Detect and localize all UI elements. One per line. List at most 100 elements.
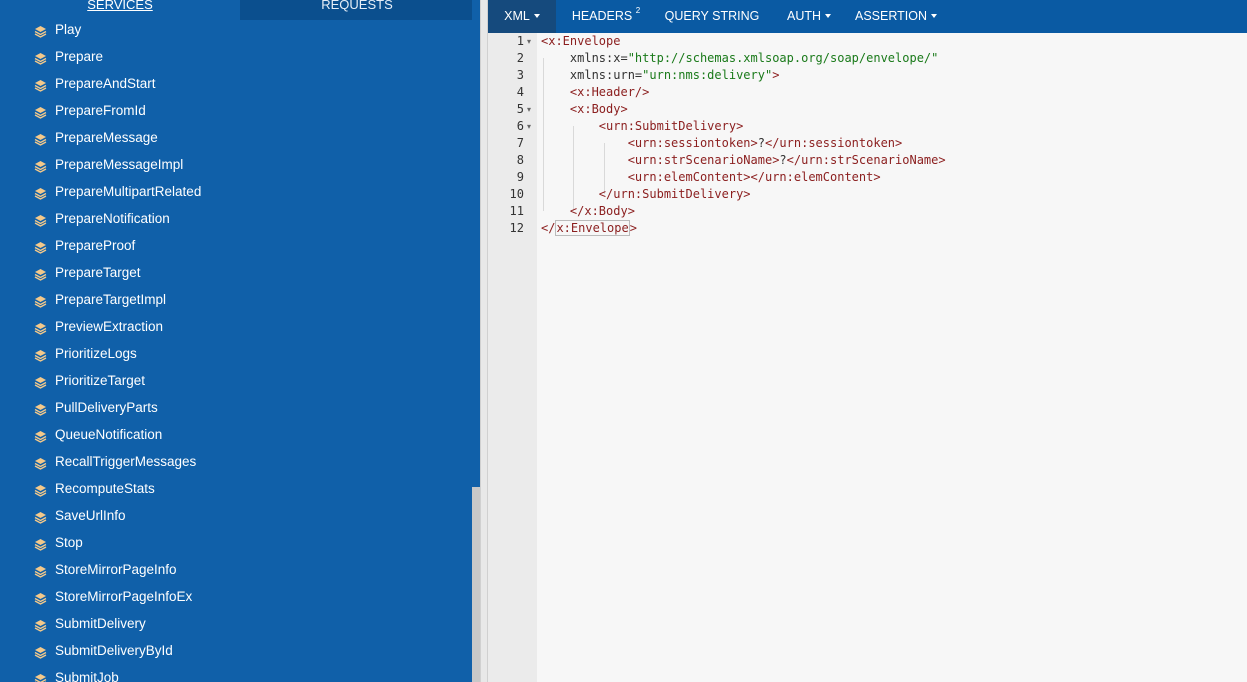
xml-text: ? <box>757 136 765 150</box>
xml-tag: </urn:elemContent> <box>750 170 881 184</box>
list-item[interactable]: RecomputeStats <box>0 477 472 504</box>
editor-tabbar: XML HEADERS 2 QUERY STRING AUTH ASSERTIO… <box>488 0 1247 33</box>
list-item[interactable]: SaveUrlInfo <box>0 504 472 531</box>
sidebar-tabbar: SERVICES REQUESTS <box>0 0 474 20</box>
list-item[interactable]: SubmitDeliveryById <box>0 639 472 666</box>
list-item-label: RecallTriggerMessages <box>55 454 197 469</box>
xml-tag: > <box>629 221 637 235</box>
list-item-label: StoreMirrorPageInfoEx <box>55 589 193 604</box>
list-item[interactable]: StoreMirrorPageInfoEx <box>0 585 472 612</box>
list-item[interactable]: SubmitDelivery <box>0 612 472 639</box>
fold-toggle-icon[interactable]: ▾ <box>527 37 531 46</box>
layers-icon <box>34 242 47 254</box>
list-item[interactable]: Stop <box>0 531 472 558</box>
line-number: 8 <box>516 153 524 167</box>
list-item-label: PrepareFromId <box>55 103 146 118</box>
sidebar-scrollbar-thumb[interactable] <box>472 487 480 682</box>
line-number: 7 <box>516 136 524 150</box>
code-line-5: <x:Body> <box>541 102 628 116</box>
xml-attribute-value: "urn:nms:delivery" <box>642 68 773 82</box>
list-item-label: PrepareProof <box>55 238 136 253</box>
code-line-11: </x:Body> <box>541 204 635 218</box>
tab-requests-label: REQUESTS <box>321 0 393 12</box>
layers-icon <box>34 269 47 281</box>
list-item[interactable]: Prepare <box>0 45 472 72</box>
list-item[interactable]: PrepareMessage <box>0 126 472 153</box>
tab-xml-label: XML <box>504 9 530 23</box>
list-item[interactable]: QueueNotification <box>0 423 472 450</box>
code-line-7: <urn:sessiontoken>?</urn:sessiontoken> <box>541 136 903 150</box>
pane-splitter[interactable] <box>480 0 488 682</box>
list-item-label: Play <box>55 22 82 37</box>
list-item-label: PrepareAndStart <box>55 76 156 91</box>
list-item-label: RecomputeStats <box>55 481 155 496</box>
list-item[interactable]: StoreMirrorPageInfo <box>0 558 472 585</box>
layers-icon <box>34 26 47 38</box>
layers-icon <box>34 620 47 632</box>
code-line-6: <urn:SubmitDelivery> <box>541 119 744 133</box>
list-item-label: SubmitDelivery <box>55 616 146 631</box>
list-item[interactable]: PrepareTargetImpl <box>0 288 472 315</box>
list-item[interactable]: PrioritizeLogs <box>0 342 472 369</box>
line-number: 3 <box>516 68 524 82</box>
xml-editor[interactable]: 1 ▾ 2 3 4 5 ▾ 6 ▾ 7 8 9 10 11 12 <x:Envelope xmlns:x="… <box>488 33 1247 682</box>
list-item-label: Stop <box>55 535 83 550</box>
xml-tag: <urn:SubmitDelivery> <box>598 119 744 133</box>
layers-icon <box>34 404 47 416</box>
tab-auth[interactable]: AUTH <box>778 0 840 33</box>
list-item[interactable]: PrepareMultipartRelated <box>0 180 472 207</box>
xml-tag: </urn:SubmitDelivery> <box>598 187 751 201</box>
tab-query-string[interactable]: QUERY STRING <box>658 0 766 33</box>
layers-icon <box>34 80 47 92</box>
code-line-9: <urn:elemContent></urn:elemContent> <box>541 170 881 184</box>
line-number: 11 <box>509 204 524 218</box>
list-item[interactable]: PrepareProof <box>0 234 472 261</box>
list-item-label: PrepareNotification <box>55 211 170 226</box>
code-line-12: </x:Envelope> <box>541 220 637 236</box>
list-item[interactable]: PrepareNotification <box>0 207 472 234</box>
chevron-down-icon <box>533 13 540 18</box>
layers-icon <box>34 647 47 659</box>
line-number: 5 <box>516 102 524 116</box>
list-item-label: PrepareMultipartRelated <box>55 184 202 199</box>
fold-toggle-icon[interactable]: ▾ <box>527 122 531 131</box>
xml-attribute-value: "http://schemas.xmlsoap.org/soap/envelop… <box>627 51 939 65</box>
list-item[interactable]: PullDeliveryParts <box>0 396 472 423</box>
xml-tag: </urn:sessiontoken> <box>764 136 903 150</box>
tab-services[interactable]: SERVICES <box>0 0 240 20</box>
layers-icon <box>34 161 47 173</box>
list-item[interactable]: PrepareFromId <box>0 99 472 126</box>
list-item[interactable]: PreviewExtraction <box>0 315 472 342</box>
tab-headers[interactable]: HEADERS 2 <box>562 0 650 33</box>
list-item[interactable]: PrepareMessageImpl <box>0 153 472 180</box>
layers-icon <box>34 215 47 227</box>
code-line-1: <x:Envelope <box>541 34 620 48</box>
list-item[interactable]: PrepareAndStart <box>0 72 472 99</box>
layers-icon <box>34 107 47 119</box>
list-item-label: SubmitJob <box>55 670 119 682</box>
line-number-gutter: 1 ▾ 2 3 4 5 ▾ 6 ▾ 7 8 9 10 11 12 <box>488 33 537 682</box>
chevron-down-icon <box>931 13 937 18</box>
list-item[interactable]: PrioritizeTarget <box>0 369 472 396</box>
xml-tag: <x:Envelope <box>541 34 621 48</box>
list-item[interactable]: PrepareTarget <box>0 261 472 288</box>
line-number: 2 <box>516 51 524 65</box>
code-line-3: xmlns:urn="urn:nms:delivery"> <box>541 68 780 82</box>
tab-headers-label: HEADERS <box>571 9 633 23</box>
tab-assertion[interactable]: ASSERTION <box>854 0 938 33</box>
list-item[interactable]: SubmitJob <box>0 666 472 682</box>
xml-tag: </ <box>541 221 556 235</box>
line-number: 4 <box>516 85 524 99</box>
list-item[interactable]: RecallTriggerMessages <box>0 450 472 477</box>
code-line-8: <urn:strScenarioName>?</urn:strScenarioN… <box>541 153 946 167</box>
tab-requests[interactable]: REQUESTS <box>240 0 474 20</box>
tab-xml[interactable]: XML <box>488 0 556 33</box>
xml-attribute: xmlns:urn= <box>569 68 643 82</box>
headers-count-badge: 2 <box>635 6 641 15</box>
layers-icon <box>34 512 47 524</box>
line-number: 9 <box>516 170 524 184</box>
fold-toggle-icon[interactable]: ▾ <box>527 105 531 114</box>
list-item[interactable]: Play <box>0 18 472 45</box>
tab-query-string-label: QUERY STRING <box>664 9 760 23</box>
bracket-match-highlight: x:Envelope <box>555 220 630 236</box>
